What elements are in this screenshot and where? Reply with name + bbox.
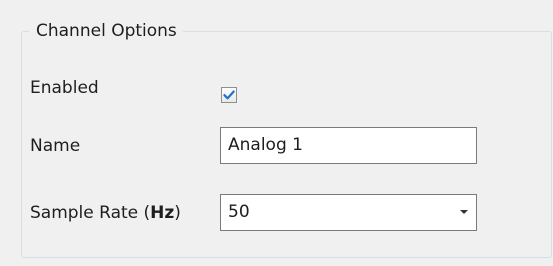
- chevron-down-icon[interactable]: [460, 210, 468, 214]
- enabled-label: Enabled: [30, 78, 99, 98]
- checkmark-icon: [223, 90, 235, 100]
- name-label: Name: [30, 136, 81, 156]
- sample-rate-label-prefix: Sample Rate (: [30, 203, 151, 223]
- sample-rate-label-suffix: ): [174, 203, 181, 223]
- enabled-checkbox[interactable]: [221, 87, 237, 103]
- sample-rate-dropdown[interactable]: 50: [220, 194, 477, 231]
- groupbox-title: Channel Options: [29, 18, 183, 44]
- sample-rate-label: Sample Rate (Hz): [30, 201, 181, 225]
- sample-rate-value: 50: [228, 202, 250, 222]
- sample-rate-unit: Hz: [150, 203, 175, 223]
- name-input[interactable]: Analog 1: [220, 127, 477, 164]
